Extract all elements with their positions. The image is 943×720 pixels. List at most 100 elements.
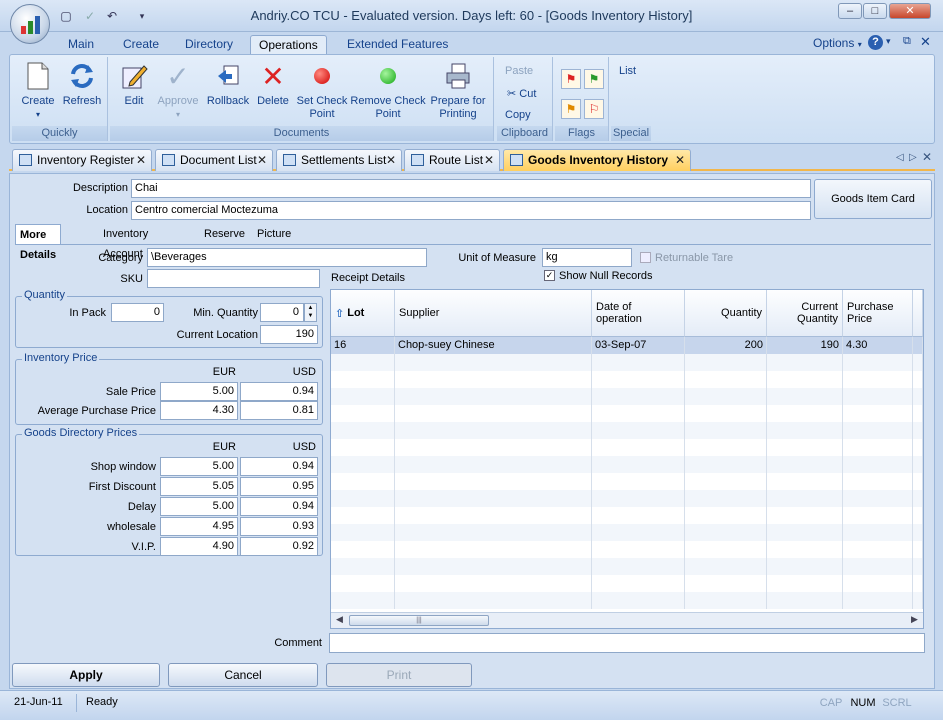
sale-price-label: Sale Price (105, 386, 156, 398)
tab-create[interactable]: Create (115, 35, 167, 54)
close-button[interactable]: ✕ (889, 3, 931, 19)
qat-dropdown-icon[interactable]: ▾ (134, 8, 150, 24)
lot-column-header[interactable]: ⇧ Lot (331, 290, 395, 337)
doc-tab-route-list[interactable]: Route List ✕ (404, 149, 500, 171)
category-field[interactable]: \Beverages (147, 248, 427, 267)
table-cell (685, 524, 767, 541)
help-dropdown-icon[interactable]: ▾ (886, 36, 891, 47)
undo-icon[interactable]: ↶ (104, 8, 120, 24)
list-button[interactable]: List (619, 65, 636, 77)
delete-button[interactable]: ✕ Delete (254, 61, 292, 108)
in-pack-field[interactable]: 0 (111, 303, 164, 322)
edit-button[interactable]: Edit (116, 61, 152, 108)
sku-field[interactable] (147, 269, 320, 288)
returnable-tare-checkbox[interactable] (640, 252, 651, 263)
unit-of-measure-field[interactable]: kg (542, 248, 632, 267)
table-cell (395, 558, 592, 575)
paste-button[interactable]: Paste (505, 65, 533, 77)
tab-directory[interactable]: Directory (177, 35, 241, 54)
vip-usd[interactable]: 0.92 (240, 537, 318, 556)
print-button[interactable]: Print (326, 663, 472, 687)
close-tab-icon[interactable]: ✕ (136, 150, 146, 170)
tab-scroll-left-icon[interactable]: ◁ (896, 152, 904, 163)
min-quantity-field[interactable]: 0 (260, 303, 304, 322)
refresh-button[interactable]: Refresh (60, 61, 104, 108)
current-quantity-column-header[interactable]: Current Quantity (767, 290, 843, 337)
delay-usd[interactable]: 0.94 (240, 497, 318, 516)
green-flag-icon[interactable]: ⚑ (584, 69, 604, 89)
doc-tab-inventory-register[interactable]: Inventory Register ✕ (12, 149, 152, 171)
close-tab-icon[interactable]: ✕ (386, 150, 396, 170)
help-icon[interactable]: ? (868, 35, 883, 50)
close-tab-icon[interactable]: ✕ (675, 150, 685, 170)
orange-flag-icon[interactable]: ⚑ (561, 99, 581, 119)
tab-operations[interactable]: Operations (250, 35, 327, 54)
first-discount-usd[interactable]: 0.95 (240, 477, 318, 496)
rollback-button[interactable]: Rollback (204, 61, 252, 108)
options-menu[interactable]: Options ▾ (813, 36, 862, 50)
shop-window-usd[interactable]: 0.94 (240, 457, 318, 476)
maximize-button[interactable]: □ (863, 3, 887, 19)
set-check-point-button[interactable]: Set Check Point (294, 61, 350, 121)
sale-price-usd[interactable]: 0.94 (240, 382, 318, 401)
new-document-icon[interactable]: ▢ (58, 8, 74, 24)
clear-flag-icon[interactable]: ⚐ (584, 99, 604, 119)
app-menu-button[interactable] (10, 4, 50, 44)
doc-tab-goods-inventory-history[interactable]: Goods Inventory History ✕ (503, 149, 691, 171)
subtab-inventory-account[interactable]: Inventory Account (99, 224, 152, 260)
comment-field[interactable] (329, 633, 925, 653)
prepare-for-printing-button[interactable]: Prepare for Printing (426, 61, 490, 121)
subtab-reserve[interactable]: Reserve (200, 224, 249, 244)
purchase-price-column-header[interactable]: Purchase Price (843, 290, 913, 337)
mdi-close-icon[interactable]: ✕ (920, 34, 931, 50)
delay-eur[interactable]: 5.00 (160, 497, 238, 516)
cut-button[interactable]: ✂ Cut (507, 87, 536, 100)
in-pack-label: In Pack (69, 307, 106, 319)
supplier-column-header[interactable]: Supplier (395, 290, 592, 337)
close-tab-icon[interactable]: ✕ (257, 150, 267, 170)
apply-button[interactable]: Apply (12, 663, 160, 687)
subtab-more-details[interactable]: More Details (15, 224, 62, 261)
approve-button[interactable]: ✓ Approve ▾ (154, 61, 202, 121)
quantity-column-header[interactable]: Quantity (685, 290, 767, 337)
tab-scroll-right-icon[interactable]: ▷ (909, 152, 917, 163)
wholesale-eur[interactable]: 4.95 (160, 517, 238, 536)
close-all-tabs-icon[interactable]: ✕ (922, 150, 932, 164)
goods-item-card-button[interactable]: Goods Item Card (814, 179, 932, 219)
scroll-thumb[interactable]: ||| (349, 615, 489, 626)
average-purchase-price-eur[interactable]: 4.30 (160, 401, 238, 420)
mdi-restore-icon[interactable]: ⧉ (903, 35, 911, 48)
shop-window-eur[interactable]: 5.00 (160, 457, 238, 476)
doc-tab-settlements-list[interactable]: Settlements List ✕ (276, 149, 402, 171)
subtab-picture[interactable]: Picture (253, 224, 295, 244)
scroll-right-arrow-icon[interactable]: ▶ (911, 614, 918, 625)
description-field[interactable]: Chai (131, 179, 811, 198)
group-documents-label: Documents (110, 126, 493, 141)
tab-extended-features[interactable]: Extended Features (339, 35, 456, 54)
create-button[interactable]: Create ▾ (16, 61, 60, 121)
tab-main[interactable]: Main (60, 35, 102, 54)
horizontal-scrollbar[interactable]: ◀ ||| ▶ (331, 612, 923, 628)
doc-tab-document-list[interactable]: Document List ✕ (155, 149, 273, 171)
minimize-button[interactable]: – (838, 3, 862, 19)
table-row[interactable]: 16 Chop-suey Chinese 03-Sep-07 200 190 4.30 (331, 337, 923, 354)
remove-check-point-button[interactable]: Remove Check Point (350, 61, 426, 121)
min-quantity-stepper[interactable]: ▲ ▼ (304, 303, 317, 322)
receipt-details-grid[interactable]: ⇧ Lot Supplier Date of operation Quantity… (330, 289, 924, 629)
vip-eur[interactable]: 4.90 (160, 537, 238, 556)
copy-button[interactable]: Copy (505, 109, 531, 121)
show-null-records-checkbox[interactable]: ✓ (544, 270, 555, 281)
wholesale-usd[interactable]: 0.93 (240, 517, 318, 536)
red-flag-icon[interactable]: ⚑ (561, 69, 581, 89)
approve-check-icon[interactable]: ✓ (82, 8, 98, 24)
date-column-header[interactable]: Date of operation (592, 290, 685, 337)
current-location-field[interactable]: 190 (260, 325, 318, 344)
average-purchase-price-usd[interactable]: 0.81 (240, 401, 318, 420)
first-discount-eur[interactable]: 5.05 (160, 477, 238, 496)
cancel-button[interactable]: Cancel (168, 663, 318, 687)
wholesale-label: wholesale (107, 521, 156, 533)
scroll-left-arrow-icon[interactable]: ◀ (336, 614, 343, 625)
close-tab-icon[interactable]: ✕ (484, 150, 494, 170)
location-field[interactable]: Centro comercial Moctezuma (131, 201, 811, 220)
sale-price-eur[interactable]: 5.00 (160, 382, 238, 401)
